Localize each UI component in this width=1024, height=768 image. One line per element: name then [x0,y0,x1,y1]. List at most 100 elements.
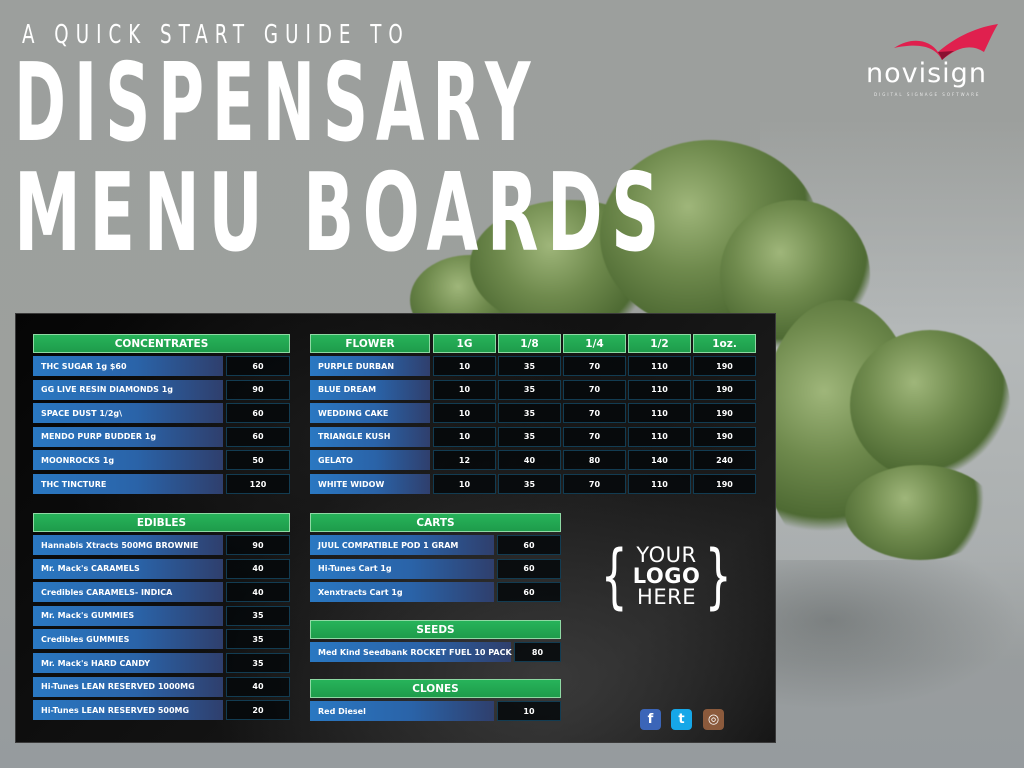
open-brace: { [601,535,628,617]
flower-item-price: 70 [563,356,626,376]
concentrates-item-price: 90 [226,379,290,400]
edibles-item-price: 40 [226,582,290,603]
concentrates-item-price: 60 [226,356,290,376]
flower-column-header: 1G [433,334,496,353]
flower-item-price: 80 [563,450,626,471]
flower-item-price: 35 [498,474,561,494]
concentrates-item-price: 60 [226,426,290,447]
flower-item-price: 110 [628,379,691,400]
flower-item-price: 70 [563,379,626,400]
facebook-icon[interactable]: f [640,709,661,730]
concentrates-item-price: 60 [226,403,290,424]
flower-item-price: 12 [433,450,496,471]
flower-item-price: 190 [693,379,756,400]
edibles-item-name: Hannabis Xtracts 500MG BROWNIE [33,535,223,555]
flower-item-price: 35 [498,403,561,424]
flower-item-price: 10 [433,403,496,424]
flower-item-price: 70 [563,474,626,494]
flower-item-price: 140 [628,450,691,471]
flower-item-price: 70 [563,403,626,424]
flower-item-price: 190 [693,426,756,447]
logo-line-your: YOUR [636,542,697,567]
flower-item-price: 110 [628,356,691,376]
carts-item-name: Xenxtracts Cart 1g [310,582,494,603]
concentrates-item-price: 120 [226,474,290,494]
flower-item-price: 190 [693,474,756,494]
logo-line-here: HERE [637,584,696,609]
carts-section-header: CARTS [310,513,561,532]
edibles-item-price: 35 [226,653,290,673]
flower-column-header: 1oz. [693,334,756,353]
flower-item-name: BLUE DREAM [310,379,430,400]
edibles-item-name: Mr. Mack's GUMMIES [33,605,223,626]
concentrates-item-name: MOONROCKS 1g [33,450,223,471]
flower-item-name: GELATO [310,450,430,471]
instagram-icon[interactable]: ◎ [703,709,724,730]
brand-wing-icon [894,24,998,60]
flower-section-header: FLOWER [310,334,430,353]
concentrates-item-name: GG LIVE RESIN DIAMONDS 1g [33,379,223,400]
bud-shape [850,330,1010,480]
bud-shape [845,465,995,560]
flower-item-price: 110 [628,426,691,447]
carts-item-price: 60 [497,558,561,579]
carts-item-price: 60 [497,535,561,555]
flower-item-price: 110 [628,474,691,494]
brand-name: novisign [866,58,987,89]
flower-item-price: 190 [693,403,756,424]
edibles-item-name: Hi-Tunes LEAN RESERVED 500MG [33,700,223,721]
seeds-item-name: Med Kind Seedbank ROCKET FUEL 10 PACK [310,642,512,662]
edibles-item-price: 35 [226,629,290,650]
concentrates-item-name: THC SUGAR 1g $60 [33,356,223,376]
flower-item-price: 240 [693,450,756,471]
clones-item-name: Red Diesel [310,701,494,721]
edibles-item-name: Mr. Mack's HARD CANDY [33,653,223,673]
edibles-item-name: Credibles CARAMELS- INDICA [33,582,223,603]
flower-item-price: 70 [563,426,626,447]
flower-item-price: 10 [433,379,496,400]
flower-item-price: 190 [693,356,756,376]
clones-section-header: CLONES [310,679,561,698]
carts-item-price: 60 [497,582,561,603]
headline-line-2: MENU BOARDS [14,151,668,277]
seeds-section-header: SEEDS [310,620,561,639]
logo-line-logo: LOGO [632,563,701,588]
edibles-item-price: 40 [226,676,290,697]
edibles-item-name: Mr. Mack's CARAMELS [33,558,223,579]
edibles-item-price: 40 [226,558,290,579]
flower-item-price: 35 [498,356,561,376]
edibles-item-price: 35 [226,605,290,626]
flower-item-price: 35 [498,426,561,447]
edibles-item-name: Credibles GUMMIES [33,629,223,650]
novisign-logo: novisign DIGITAL SIGNAGE SOFTWARE [862,18,1012,98]
flower-item-name: WHITE WIDOW [310,474,430,494]
flower-item-price: 40 [498,450,561,471]
carts-item-name: JUUL COMPATIBLE POD 1 GRAM [310,535,494,555]
flower-column-header: 1/8 [498,334,561,353]
edibles-item-price: 90 [226,535,290,555]
twitter-icon[interactable]: t [671,709,692,730]
close-brace: } [705,535,732,617]
logo-placeholder: { YOUR LOGO HERE} [601,535,732,617]
edibles-item-name: Hi-Tunes LEAN RESERVED 1000MG [33,676,223,697]
flower-item-price: 10 [433,474,496,494]
edibles-item-price: 20 [226,700,290,721]
flower-column-header: 1/2 [628,334,691,353]
edibles-section-header: EDIBLES [33,513,290,532]
flower-item-price: 110 [628,403,691,424]
headline-line-1: DISPENSARY [14,41,539,167]
concentrates-section-header: CONCENTRATES [33,334,290,353]
bud-shape [760,300,920,560]
flower-item-price: 10 [433,356,496,376]
flower-item-name: TRIANGLE KUSH [310,426,430,447]
flower-item-name: WEDDING CAKE [310,403,430,424]
menu-board-preview: CONCENTRATES THC SUGAR 1g $60 60 GG LIVE RE… [15,313,776,743]
carts-item-name: Hi-Tunes Cart 1g [310,558,494,579]
brand-tagline: DIGITAL SIGNAGE SOFTWARE [874,92,981,97]
concentrates-item-price: 50 [226,450,290,471]
flower-item-price: 35 [498,379,561,400]
seeds-item-price: 80 [514,642,561,662]
flower-item-price: 10 [433,426,496,447]
concentrates-item-name: MENDO PURP BUDDER 1g [33,426,223,447]
photo-light-backdrop [760,120,1024,660]
